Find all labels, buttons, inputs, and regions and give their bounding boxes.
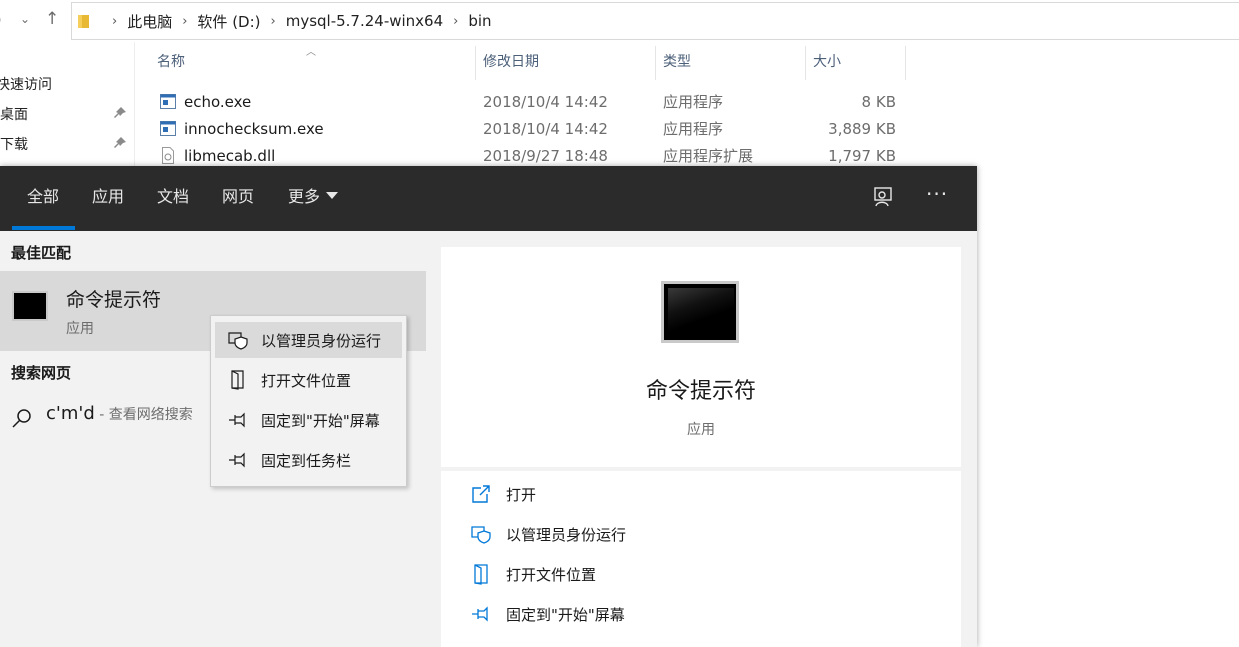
breadcrumb-item-drive[interactable]: 软件 (D:): [197, 11, 260, 32]
nav-item-downloads[interactable]: 下载: [0, 134, 28, 154]
section-title-best-match: 最佳匹配: [11, 244, 72, 262]
chevron-down-icon: [326, 192, 339, 199]
context-menu-pin-to-start[interactable]: 固定到"开始"屏幕: [215, 402, 402, 438]
navigation-pane: 快速访问 桌面 下载: [0, 42, 135, 172]
action-label: 以管理员身份运行: [506, 526, 627, 544]
web-search-hint: - 查看网络搜索: [94, 407, 193, 423]
action-label: 打开文件位置: [506, 566, 597, 584]
pin-icon: [229, 412, 245, 428]
result-detail-pane: 命令提示符 应用 打开 以管理员身份运行 打开文件位置 固定到"开始"屏幕: [426, 231, 977, 647]
pin-icon: [229, 452, 245, 468]
file-name: echo.exe: [184, 93, 252, 111]
context-menu-run-as-admin[interactable]: 以管理员身份运行: [215, 322, 402, 358]
context-menu-pin-to-taskbar[interactable]: 固定到任务栏: [215, 442, 402, 478]
tab-apps[interactable]: 应用: [92, 166, 124, 231]
explorer-address-row: ⟩ ⌄ ↑ › 此电脑 › 软件 (D:) › mysql-5.7.24-win…: [0, 0, 1239, 42]
action-label: 打开: [506, 486, 537, 504]
command-prompt-icon: [661, 281, 739, 343]
exe-file-icon: [160, 121, 176, 136]
up-arrow-icon[interactable]: ↑: [45, 9, 59, 29]
nav-item-quick-access[interactable]: 快速访问: [0, 74, 52, 94]
actions-card: 打开 以管理员身份运行 打开文件位置 固定到"开始"屏幕: [441, 471, 961, 647]
best-match-name: 命令提示符: [66, 289, 162, 311]
action-label: 固定到"开始"屏幕: [506, 606, 625, 624]
column-divider[interactable]: [655, 46, 656, 80]
breadcrumb-separator-icon: ›: [270, 13, 276, 29]
web-query-text: c'm'd: [46, 403, 95, 424]
search-icon: [12, 409, 31, 428]
breadcrumb-separator-icon: ›: [182, 13, 188, 29]
column-header-date[interactable]: 修改日期: [483, 42, 655, 80]
context-menu-label: 打开文件位置: [261, 372, 352, 390]
breadcrumb: › 此电脑 › 软件 (D:) › mysql-5.7.24-winx64 › …: [78, 3, 492, 39]
breadcrumb-item-this-pc[interactable]: 此电脑: [127, 11, 172, 32]
tab-web[interactable]: 网页: [222, 166, 254, 231]
nav-item-desktop[interactable]: 桌面: [0, 104, 28, 124]
file-date: 2018/10/4 14:42: [483, 120, 608, 138]
tab-documents[interactable]: 文档: [157, 166, 189, 231]
shield-icon: [228, 332, 248, 350]
file-name: innochecksum.exe: [184, 120, 324, 138]
address-bar[interactable]: › 此电脑 › 软件 (D:) › mysql-5.7.24-winx64 › …: [71, 2, 1239, 40]
start-search-panel: 全部 应用 文档 网页 更多 ··· 最佳匹配 命令提示符 应用 搜索网页 c'…: [0, 166, 977, 647]
context-menu-label: 固定到任务栏: [261, 452, 352, 470]
shield-icon: [471, 526, 491, 544]
folder-icon: [78, 14, 89, 28]
detail-app-name: 命令提示符: [645, 379, 756, 404]
column-divider[interactable]: [905, 46, 906, 80]
open-icon: [472, 485, 490, 503]
file-location-icon: [231, 370, 244, 390]
web-search-query: c'm'd - 查看网络搜索: [46, 403, 193, 424]
forward-arrow-icon[interactable]: ⟩: [0, 10, 2, 29]
column-header-name[interactable]: 名称: [157, 42, 475, 80]
file-row[interactable]: echo.exe 2018/10/4 14:42 应用程序 8 KB: [157, 89, 917, 115]
breadcrumb-item-mysql[interactable]: mysql-5.7.24-winx64: [286, 12, 443, 30]
file-type: 应用程序: [663, 93, 724, 111]
context-menu-open-file-location[interactable]: 打开文件位置: [215, 362, 402, 398]
pin-icon: [472, 606, 488, 622]
file-size: 8 KB: [861, 93, 896, 111]
action-open-file-location[interactable]: 打开文件位置: [470, 561, 950, 589]
breadcrumb-separator-icon: ›: [112, 13, 118, 29]
action-pin-to-start[interactable]: 固定到"开始"屏幕: [470, 601, 950, 629]
column-header-type[interactable]: 类型: [663, 42, 805, 80]
search-tab-bar: 全部 应用 文档 网页 更多 ···: [0, 166, 977, 231]
tab-all[interactable]: 全部: [27, 166, 59, 231]
recent-locations-chevron-icon[interactable]: ⌄: [20, 12, 30, 26]
tab-more-label: 更多: [288, 187, 321, 206]
dll-file-icon: [162, 147, 174, 164]
exe-file-icon: [160, 94, 176, 109]
file-row[interactable]: innochecksum.exe 2018/10/4 14:42 应用程序 3,…: [157, 116, 917, 142]
column-header-size[interactable]: 大小: [813, 42, 905, 80]
section-title-web-search: 搜索网页: [11, 364, 72, 382]
active-tab-indicator: [12, 226, 75, 230]
feedback-icon[interactable]: [872, 186, 894, 208]
tab-more[interactable]: 更多: [288, 166, 339, 231]
file-size: 3,889 KB: [828, 120, 896, 138]
column-divider[interactable]: [475, 46, 476, 80]
file-location-icon: [474, 564, 488, 585]
command-prompt-screen: [668, 288, 734, 338]
context-menu-label: 以管理员身份运行: [261, 332, 382, 350]
detail-app-kind: 应用: [687, 422, 715, 438]
context-menu-label: 固定到"开始"屏幕: [261, 412, 380, 430]
action-run-as-admin[interactable]: 以管理员身份运行: [470, 521, 950, 549]
column-divider[interactable]: [805, 46, 806, 80]
command-prompt-icon: [12, 291, 48, 321]
pin-icon: [114, 107, 126, 118]
breadcrumb-separator-icon: ›: [453, 13, 459, 29]
detail-card: 命令提示符 应用: [441, 247, 961, 467]
file-type: 应用程序: [663, 120, 724, 138]
pin-icon: [114, 137, 126, 148]
more-options-icon[interactable]: ···: [926, 182, 948, 206]
context-menu: 以管理员身份运行 打开文件位置 固定到"开始"屏幕 固定到任务栏: [210, 315, 407, 487]
best-match-kind: 应用: [66, 321, 94, 337]
file-date: 2018/10/4 14:42: [483, 93, 608, 111]
action-open[interactable]: 打开: [470, 481, 950, 509]
breadcrumb-item-bin[interactable]: bin: [468, 12, 491, 30]
